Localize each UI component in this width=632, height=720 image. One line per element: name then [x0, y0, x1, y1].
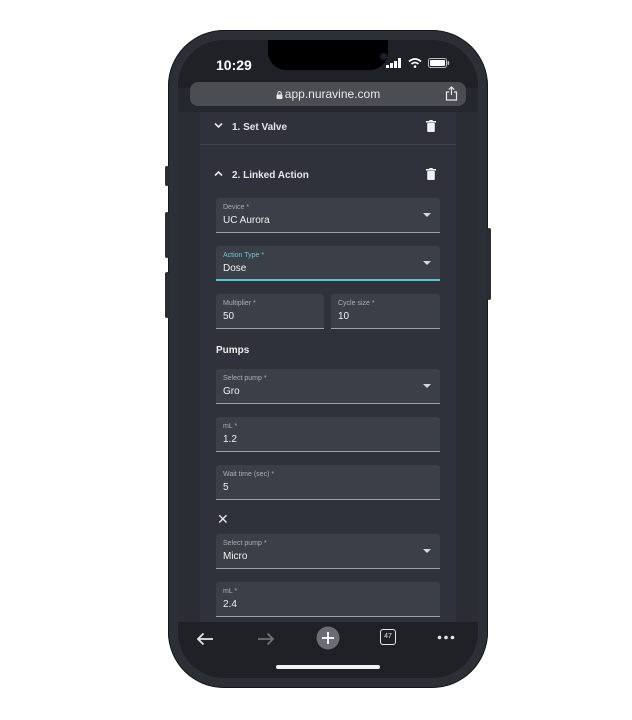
chevron-up-icon[interactable] — [214, 170, 223, 177]
power-button — [487, 228, 491, 300]
wifi-icon — [408, 58, 422, 68]
dropdown-arrow-icon[interactable] — [423, 549, 431, 553]
action-type-select[interactable]: Action Type * Dose — [216, 246, 440, 281]
url-display: app.nuravine.com — [190, 87, 466, 101]
field-value: Gro — [223, 386, 240, 397]
wait-time-input[interactable]: Wait time (sec) * 5 — [216, 465, 440, 500]
chevron-down-icon[interactable] — [214, 122, 223, 129]
status-icons — [386, 58, 450, 68]
dropdown-arrow-icon[interactable] — [423, 384, 431, 388]
trash-icon[interactable] — [426, 120, 436, 132]
multiplier-input[interactable]: Multiplier * 50 — [216, 294, 324, 329]
field-label: Select pump * — [223, 540, 267, 547]
cycle-size-input[interactable]: Cycle size * 10 — [331, 294, 440, 329]
forward-arrow-icon[interactable] — [257, 632, 275, 646]
field-value: 50 — [223, 311, 235, 322]
field-value: Dose — [223, 263, 247, 274]
trash-icon[interactable] — [426, 168, 436, 180]
pump-select[interactable]: Select pump * Gro — [216, 369, 440, 404]
section-linked-action[interactable]: 2. Linked Action — [200, 160, 456, 190]
field-label: mL * — [223, 588, 238, 595]
field-label: Action Type * — [223, 252, 265, 259]
signal-icon — [386, 58, 401, 68]
url-text: app.nuravine.com — [284, 87, 381, 101]
field-label: mL * — [223, 423, 238, 430]
field-value: UC Aurora — [223, 215, 270, 226]
tabs-icon[interactable]: 47 — [380, 629, 396, 645]
field-label: Multiplier * — [223, 300, 256, 307]
tab-count: 47 — [384, 633, 392, 640]
front-camera — [380, 53, 387, 60]
field-label: Cycle size * — [338, 300, 375, 307]
status-time: 10:29 — [216, 57, 252, 73]
field-value: 10 — [338, 311, 350, 322]
lock-icon — [276, 91, 283, 99]
action-panel: 1. Set Valve 2. Linked Action Device * U… — [200, 112, 456, 622]
pump-ml-input[interactable]: mL * 1.2 — [216, 417, 440, 452]
volume-up-button — [165, 212, 169, 258]
section-divider — [200, 144, 456, 145]
field-value: 2.4 — [223, 599, 237, 610]
section-title: 2. Linked Action — [232, 170, 309, 181]
field-value: 5 — [223, 482, 229, 493]
field-value: 1.2 — [223, 434, 237, 445]
new-tab-plus-icon[interactable] — [316, 626, 340, 650]
dropdown-arrow-icon[interactable] — [423, 213, 431, 217]
field-label: Select pump * — [223, 375, 267, 382]
back-arrow-icon[interactable] — [196, 632, 214, 646]
address-bar[interactable]: app.nuravine.com — [190, 82, 466, 106]
section-title: 1. Set Valve — [232, 122, 288, 133]
mute-switch — [165, 166, 169, 186]
device-select[interactable]: Device * UC Aurora — [216, 198, 440, 233]
field-label: Device * — [223, 204, 250, 211]
pump-select[interactable]: Select pump * Micro — [216, 534, 440, 569]
home-indicator[interactable] — [276, 665, 380, 669]
battery-icon — [428, 58, 450, 68]
pump-ml-input[interactable]: mL * 2.4 — [216, 582, 440, 617]
notch — [268, 40, 388, 70]
phone-screen: 10:29 app.nuravine.com 1. Set Valve 2. L… — [178, 40, 478, 678]
share-icon[interactable] — [445, 86, 458, 101]
browser-toolbar: 47 — [178, 622, 478, 678]
pumps-heading: Pumps — [216, 345, 250, 356]
remove-pump-button[interactable]: ✕ — [217, 512, 229, 526]
field-label: Wait time (sec) * — [223, 471, 275, 478]
more-icon[interactable] — [437, 635, 455, 640]
field-value: Micro — [223, 551, 248, 562]
dropdown-arrow-icon[interactable] — [423, 261, 431, 265]
volume-down-button — [165, 272, 169, 318]
page-content: 1. Set Valve 2. Linked Action Device * U… — [178, 112, 478, 622]
section-set-valve[interactable]: 1. Set Valve — [200, 112, 456, 142]
